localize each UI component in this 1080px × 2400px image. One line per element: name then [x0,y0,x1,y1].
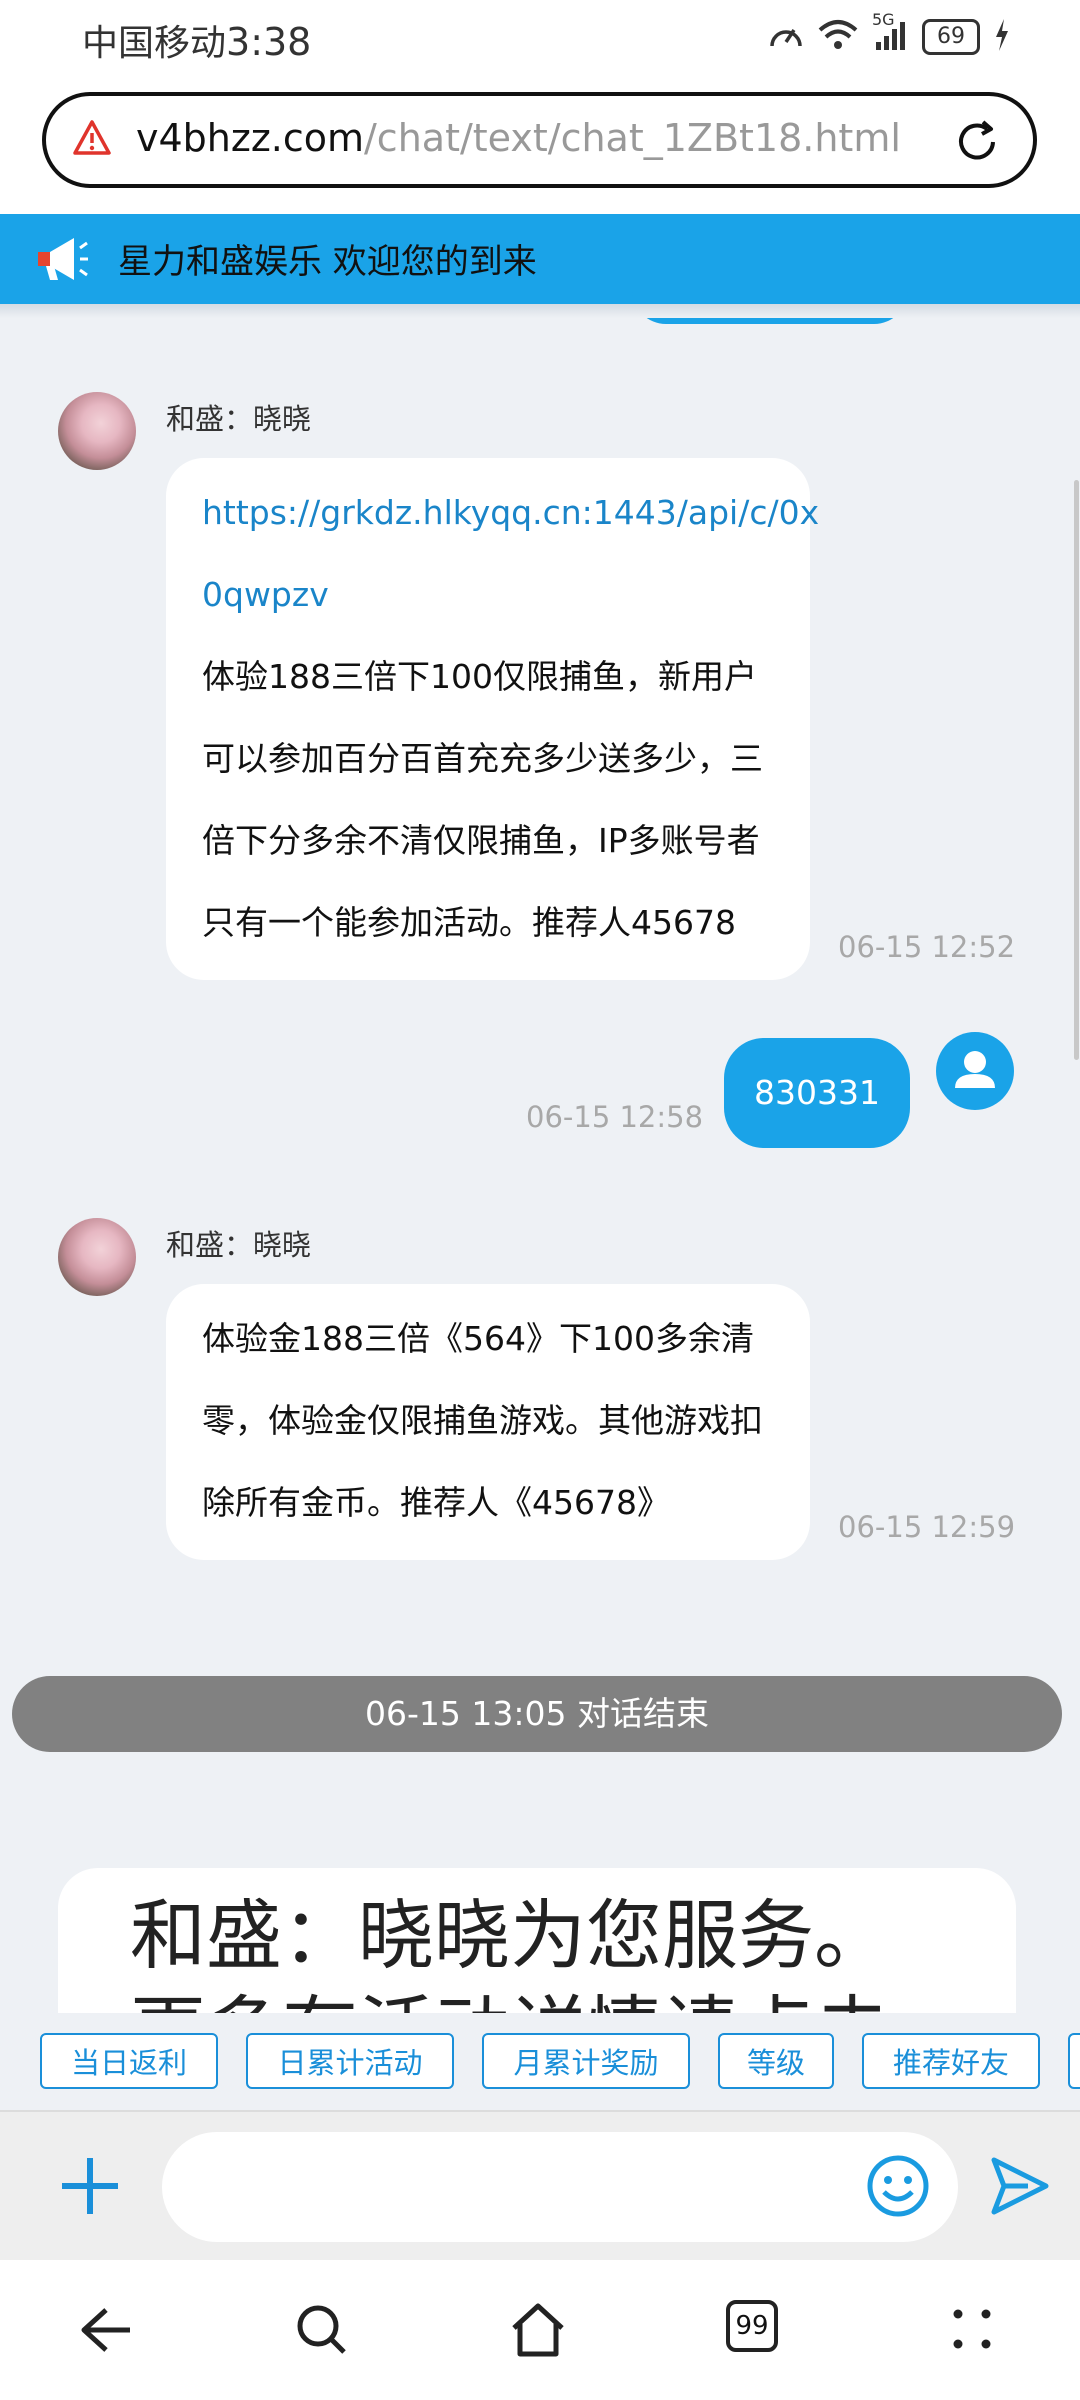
browser-nav-bar: 99 [0,2260,1080,2400]
message-input[interactable] [162,2132,958,2242]
carrier-label: 中国移动 [82,23,227,64]
browser-toolbar: v4bhzz.com/chat/text/chat_1ZBt18.html [0,80,1080,214]
message-line: 零，体验金仅限捕鱼游戏。其他游戏扣 [202,1401,763,1440]
address-bar[interactable]: v4bhzz.com/chat/text/chat_1ZBt18.html [42,92,1037,188]
quick-actions-bar: 当日返利 日累计活动 月累计奖励 等级 推荐好友 [0,2013,1080,2113]
message-line: 体验金188三倍《564》下100多余清 [202,1319,754,1358]
message-input-bar [0,2110,1080,2262]
search-icon[interactable] [292,2300,352,2364]
send-icon[interactable] [988,2152,1052,2224]
message-timestamp: 06-15 12:52 [838,930,1016,964]
carrier-time: 中国移动3:38 [82,14,311,66]
url-domain: v4bhzz.com [136,116,364,160]
conversation-end-banner: 06-15 13:05 对话结束 [12,1676,1062,1752]
back-icon[interactable] [76,2300,136,2364]
message-timestamp: 06-15 12:58 [526,1100,704,1134]
my-message-bubble: 830331 [724,1038,910,1148]
message-line: 除所有金币。推荐人《45678》 [202,1483,670,1522]
message-line: 体验188三倍下100仅限捕鱼，新用户 [202,657,757,696]
quick-button-daily-activity[interactable]: 日累计活动 [246,2033,454,2089]
emoji-icon[interactable] [864,2152,932,2224]
notice-text: 星力和盛娱乐 欢迎您的到来 [118,242,537,282]
sender-name: 和盛：晓晓 [166,1228,312,1262]
wifi-icon [818,18,858,56]
signal-icon: 5G [872,10,908,56]
message-line: 可以参加百分百首充充多少送多少，三 [202,739,763,778]
battery-icon: 69 [922,19,980,55]
plus-icon[interactable] [56,2152,124,2224]
person-icon [955,1051,995,1088]
message-link[interactable]: 0qwpzv [202,554,774,636]
charging-icon [994,19,1010,55]
url-path: /chat/text/chat_1ZBt18.html [364,116,901,160]
notice-bar: 星力和盛娱乐 欢迎您的到来 [0,214,1080,304]
status-icons: 5G 69 [768,10,1010,56]
network-label: 5G [872,10,895,29]
message-bubble: https://grkdz.hlkyqq.cn:1443/api/c/0x 0q… [166,458,819,980]
quick-button-monthly-reward[interactable]: 月累计奖励 [482,2033,690,2089]
service-card-line: 和盛：晓晓为您服务。 [130,1891,890,1980]
status-bar: 中国移动3:38 5G 69 [0,0,1080,80]
quick-button-level[interactable]: 等级 [718,2033,834,2089]
warning-icon[interactable] [72,118,112,162]
clock: 3:38 [226,20,312,64]
url-text[interactable]: v4bhzz.com/chat/text/chat_1ZBt18.html [136,116,901,160]
scrollbar[interactable] [1074,480,1079,1060]
tabs-count: 99 [726,2300,778,2352]
message-bubble: 体验金188三倍《564》下100多余清 零，体验金仅限捕鱼游戏。其他游戏扣 除… [166,1284,810,1560]
megaphone-icon [34,234,90,288]
message-timestamp: 06-15 12:59 [838,1510,1016,1544]
user-avatar[interactable] [936,1032,1014,1110]
message-line: 只有一个能参加活动。推荐人45678 [202,903,736,942]
quick-button-more[interactable] [1068,2033,1080,2089]
home-icon[interactable] [508,2300,568,2364]
menu-icon[interactable] [942,2300,1002,2364]
notice-shadow [0,304,1080,318]
quick-button-refer-friend[interactable]: 推荐好友 [862,2033,1040,2089]
message-line: 倍下分多余不清仅限捕鱼，IP多账号者 [202,821,760,860]
agent-avatar[interactable] [58,1218,136,1296]
agent-avatar[interactable] [58,392,136,470]
quick-button-daily-rebate[interactable]: 当日返利 [40,2033,218,2089]
sender-name: 和盛：晓晓 [166,402,312,436]
tabs-icon[interactable]: 99 [726,2300,778,2352]
reload-icon[interactable] [951,116,1003,172]
speed-icon [768,18,804,56]
message-link[interactable]: https://grkdz.hlkyqq.cn:1443/api/c/0x [202,472,819,554]
